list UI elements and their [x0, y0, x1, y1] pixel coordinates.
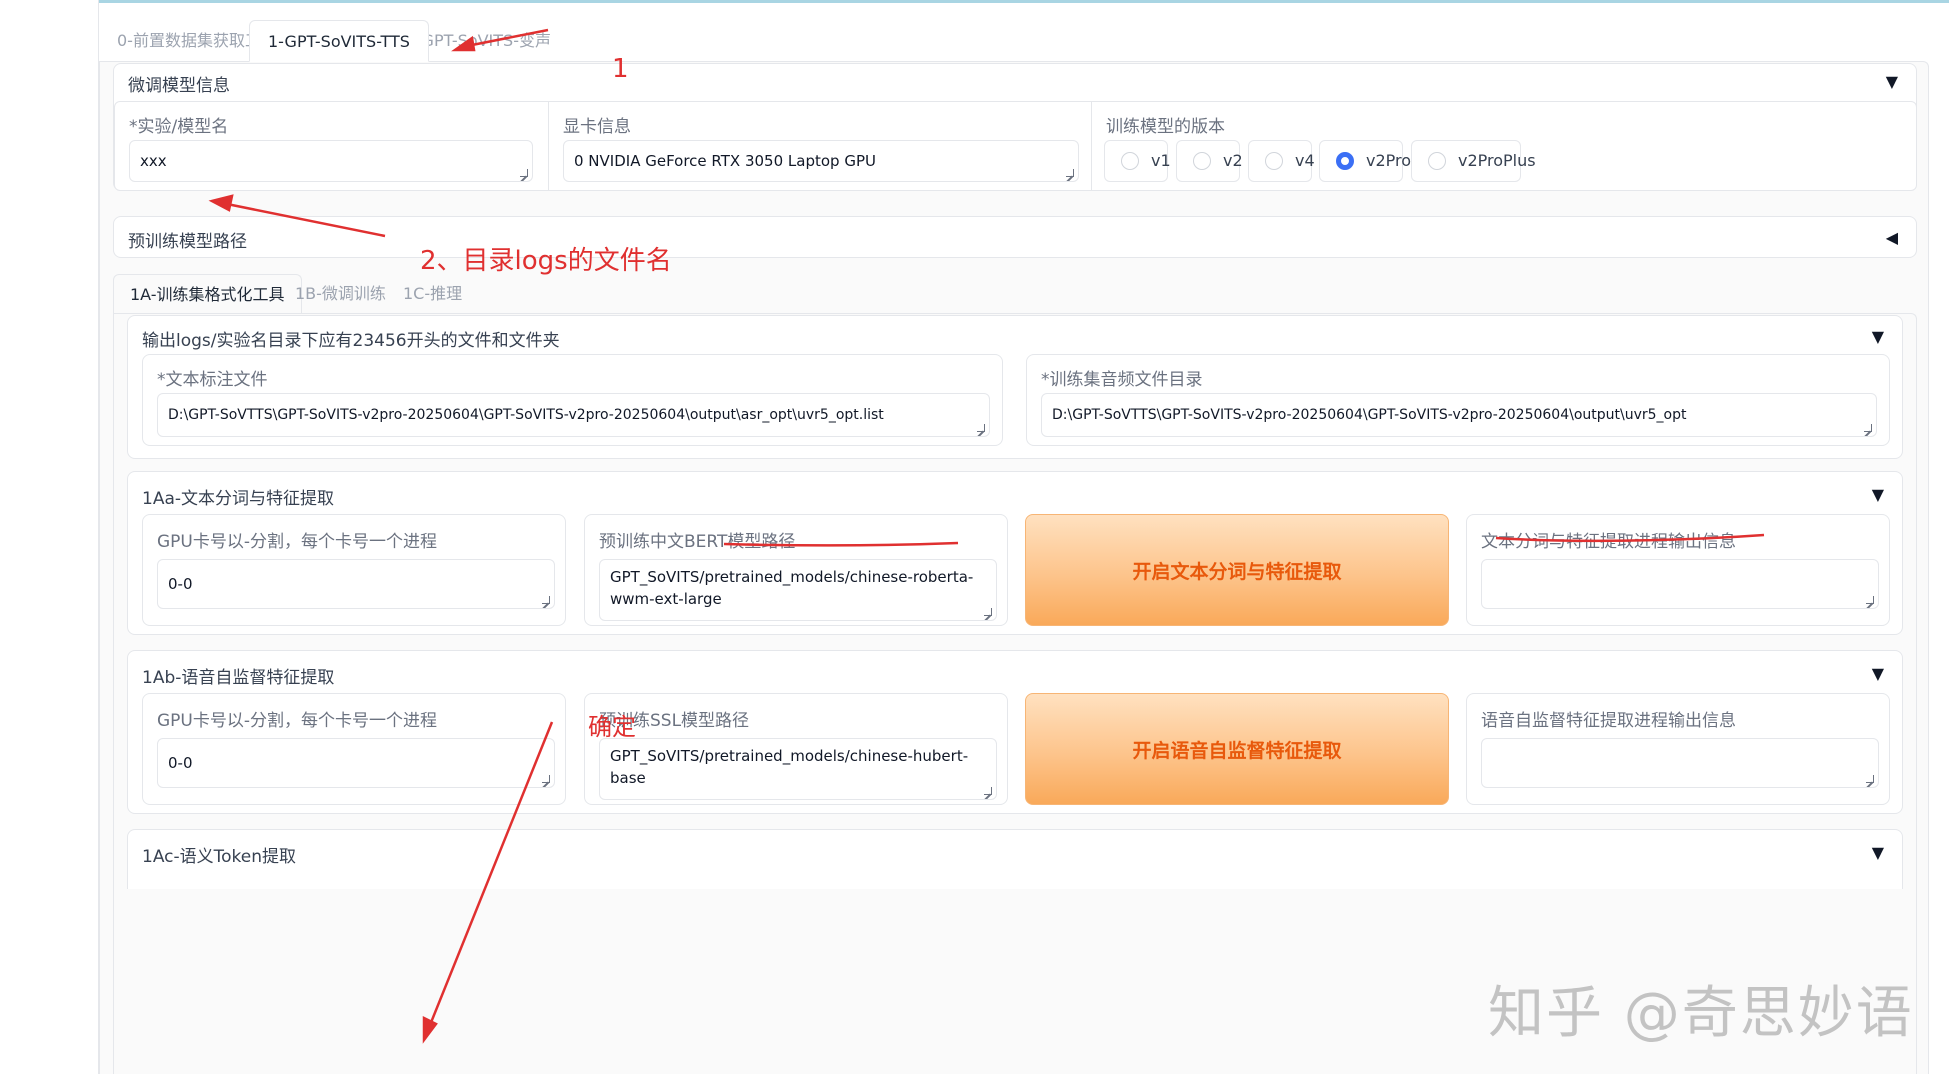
gpu-info-value: 0 NVIDIA GeForce RTX 3050 Laptop GPU [574, 152, 876, 170]
resize-handle-icon[interactable] [1864, 424, 1872, 432]
output-logs-title[interactable]: 输出logs/实验名目录下应有23456开头的文件和文件夹 [142, 326, 560, 351]
audio-dir-value: D:\GPT-SoVTTS\GPT-SoVITS-v2pro-20250604\… [1052, 407, 1687, 423]
sub-tabs: 1A-训练集格式化工具 1B-微调训练 1C-推理 [113, 274, 1917, 314]
text-label-file-value: D:\GPT-SoVTTS\GPT-SoVITS-v2pro-20250604\… [168, 407, 884, 423]
radio-icon [1265, 152, 1283, 170]
bert-path-label: 预训练中文BERT模型路径 [599, 532, 796, 552]
start-ssl-feature-button[interactable]: 开启语音自监督特征提取 [1025, 693, 1449, 805]
ssl-gpu-ids-input[interactable]: 0-0 [157, 738, 555, 788]
resize-handle-icon[interactable] [542, 596, 550, 604]
resize-handle-icon[interactable] [520, 169, 528, 177]
ssl-gpu-ids-value: 0-0 [168, 754, 193, 772]
ssl-feature-output-block: 语音自监督特征提取进程输出信息 [1466, 693, 1890, 805]
version-option-v2[interactable]: v2 [1176, 140, 1243, 182]
bert-path-block: 预训练中文BERT模型路径 GPT_SoVITS/pretrained_mode… [584, 514, 1008, 626]
collapse-arrow-icon[interactable]: ▼ [1872, 843, 1884, 862]
version-option-v4[interactable]: v4 [1248, 140, 1315, 182]
annotation-step2: 2、目录logs的文件名 [420, 246, 672, 276]
sub-tab-panel: 输出logs/实验名目录下应有23456开头的文件和文件夹 ▼ *文本标注文件 … [113, 313, 1917, 1074]
annotation-step1: 1 [612, 54, 629, 84]
text-feature-output-block: 文本分词与特征提取进程输出信息 [1466, 514, 1890, 626]
sub-tab-1a-format[interactable]: 1A-训练集格式化工具 [113, 274, 302, 314]
radio-icon [1428, 152, 1446, 170]
bert-path-value: GPT_SoVITS/pretrained_models/chinese-rob… [610, 568, 974, 608]
pretrained-path-title: 预训练模型路径 [128, 232, 247, 252]
text-label-file-label: *文本标注文件 [157, 370, 268, 390]
main-tabs: 0-前置数据集获取工具 1-GPT-SoVITS-TTS 2-GPT-SoVIT… [99, 20, 1929, 62]
version-option-label: v2Pro [1366, 151, 1412, 170]
ssl-feature-output-label: 语音自监督特征提取进程输出信息 [1481, 711, 1736, 731]
gpu-info-block: 显卡信息 0 NVIDIA GeForce RTX 3050 Laptop GP… [549, 102, 1092, 190]
resize-handle-icon[interactable] [1866, 596, 1874, 604]
start-text-feature-button[interactable]: 开启文本分词与特征提取 [1025, 514, 1449, 626]
annotation-confirm: 确定 [588, 713, 636, 741]
sub-tab-1b-finetune[interactable]: 1B-微调训练 [279, 274, 402, 314]
text-feature-title[interactable]: 1Aa-文本分词与特征提取 [142, 484, 334, 509]
model-version-label: 训练模型的版本 [1106, 117, 1225, 137]
experiment-name-label: *实验/模型名 [129, 117, 229, 137]
semantic-token-accordion: 1Ac-语义Token提取 ▼ [127, 829, 1903, 889]
resize-handle-icon[interactable] [984, 787, 992, 795]
finetune-info-row: *实验/模型名 xxx 显卡信息 0 NVIDIA GeForce RTX 30… [114, 101, 1917, 191]
version-option-label: v4 [1295, 151, 1315, 170]
gpu-ids-block: GPU卡号以-分割，每个卡号一个进程 0-0 [142, 514, 566, 626]
text-feature-output-label: 文本分词与特征提取进程输出信息 [1481, 532, 1736, 552]
gpu-info-label: 显卡信息 [563, 117, 631, 137]
ssl-gpu-ids-block: GPU卡号以-分割，每个卡号一个进程 0-0 [142, 693, 566, 805]
audio-dir-label: *训练集音频文件目录 [1041, 370, 1203, 390]
experiment-name-input[interactable]: xxx [129, 140, 533, 182]
gpu-info-input[interactable]: 0 NVIDIA GeForce RTX 3050 Laptop GPU [563, 140, 1079, 182]
collapse-arrow-icon[interactable]: ▼ [1886, 72, 1898, 91]
version-option-v1[interactable]: v1 [1104, 140, 1171, 182]
text-label-file-input[interactable]: D:\GPT-SoVTTS\GPT-SoVITS-v2pro-20250604\… [157, 393, 990, 437]
pretrained-path-accordion[interactable]: 预训练模型路径 ◀ [113, 216, 1917, 258]
tab-panel: 微调模型信息 ▼ *实验/模型名 xxx 显卡信息 0 NVIDIA GeFor… [99, 61, 1929, 1074]
gpu-ids-label: GPU卡号以-分割，每个卡号一个进程 [157, 532, 438, 552]
finetune-info-accordion: 微调模型信息 ▼ *实验/模型名 xxx 显卡信息 0 NVIDIA GeFor… [113, 63, 1917, 191]
version-option-label: v1 [1151, 151, 1171, 170]
finetune-info-title[interactable]: 微调模型信息 [128, 71, 230, 96]
resize-handle-icon[interactable] [1066, 169, 1074, 177]
model-version-block: 训练模型的版本 v1 v2 v4 v2Pro v2ProPlus [1092, 102, 1917, 190]
ssl-gpu-ids-label: GPU卡号以-分割，每个卡号一个进程 [157, 711, 438, 731]
version-option-v2pro[interactable]: v2Pro [1319, 140, 1411, 182]
collapse-arrow-icon[interactable]: ▼ [1872, 327, 1884, 346]
sub-tab-1c-inference[interactable]: 1C-推理 [387, 274, 478, 314]
bert-path-input[interactable]: GPT_SoVITS/pretrained_models/chinese-rob… [599, 559, 997, 621]
zhihu-watermark: 知乎 @奇思妙语 [1488, 981, 1914, 1046]
radio-icon [1121, 152, 1139, 170]
resize-handle-icon[interactable] [984, 608, 992, 616]
text-label-file-block: *文本标注文件 D:\GPT-SoVTTS\GPT-SoVITS-v2pro-2… [142, 354, 1003, 446]
expand-arrow-icon[interactable]: ◀ [1886, 228, 1898, 247]
collapse-arrow-icon[interactable]: ▼ [1872, 485, 1884, 504]
top-accent-line [99, 0, 1949, 3]
ssl-feature-accordion: 1Ab-语音自监督特征提取 ▼ GPU卡号以-分割，每个卡号一个进程 0-0 预… [127, 650, 1903, 814]
semantic-token-title[interactable]: 1Ac-语义Token提取 [142, 842, 296, 867]
ssl-path-input[interactable]: GPT_SoVITS/pretrained_models/chinese-hub… [599, 738, 997, 800]
output-logs-accordion: 输出logs/实验名目录下应有23456开头的文件和文件夹 ▼ *文本标注文件 … [127, 315, 1903, 459]
text-feature-output-textarea[interactable] [1481, 559, 1879, 609]
audio-dir-block: *训练集音频文件目录 D:\GPT-SoVTTS\GPT-SoVITS-v2pr… [1026, 354, 1890, 446]
version-option-label: v2 [1223, 151, 1243, 170]
gpu-ids-input[interactable]: 0-0 [157, 559, 555, 609]
experiment-name-value: xxx [140, 152, 167, 170]
resize-handle-icon[interactable] [1866, 775, 1874, 783]
text-feature-accordion: 1Aa-文本分词与特征提取 ▼ GPU卡号以-分割，每个卡号一个进程 0-0 预… [127, 471, 1903, 635]
version-option-v2proplus[interactable]: v2ProPlus [1411, 140, 1536, 182]
collapse-arrow-icon[interactable]: ▼ [1872, 664, 1884, 683]
ssl-feature-output-textarea[interactable] [1481, 738, 1879, 788]
experiment-name-block: *实验/模型名 xxx [115, 102, 549, 190]
radio-icon [1193, 152, 1211, 170]
ssl-path-block: 预训练SSL模型路径 GPT_SoVITS/pretrained_models/… [584, 693, 1008, 805]
audio-dir-input[interactable]: D:\GPT-SoVTTS\GPT-SoVITS-v2pro-20250604\… [1041, 393, 1877, 437]
ssl-path-value: GPT_SoVITS/pretrained_models/chinese-hub… [610, 747, 969, 787]
version-option-label: v2ProPlus [1458, 151, 1536, 170]
ssl-feature-title[interactable]: 1Ab-语音自监督特征提取 [142, 663, 334, 688]
tab-gpt-sovits-tts[interactable]: 1-GPT-SoVITS-TTS [249, 20, 429, 62]
radio-selected-icon [1336, 152, 1354, 170]
resize-handle-icon[interactable] [542, 775, 550, 783]
resize-handle-icon[interactable] [977, 424, 985, 432]
gpu-ids-value: 0-0 [168, 575, 193, 593]
